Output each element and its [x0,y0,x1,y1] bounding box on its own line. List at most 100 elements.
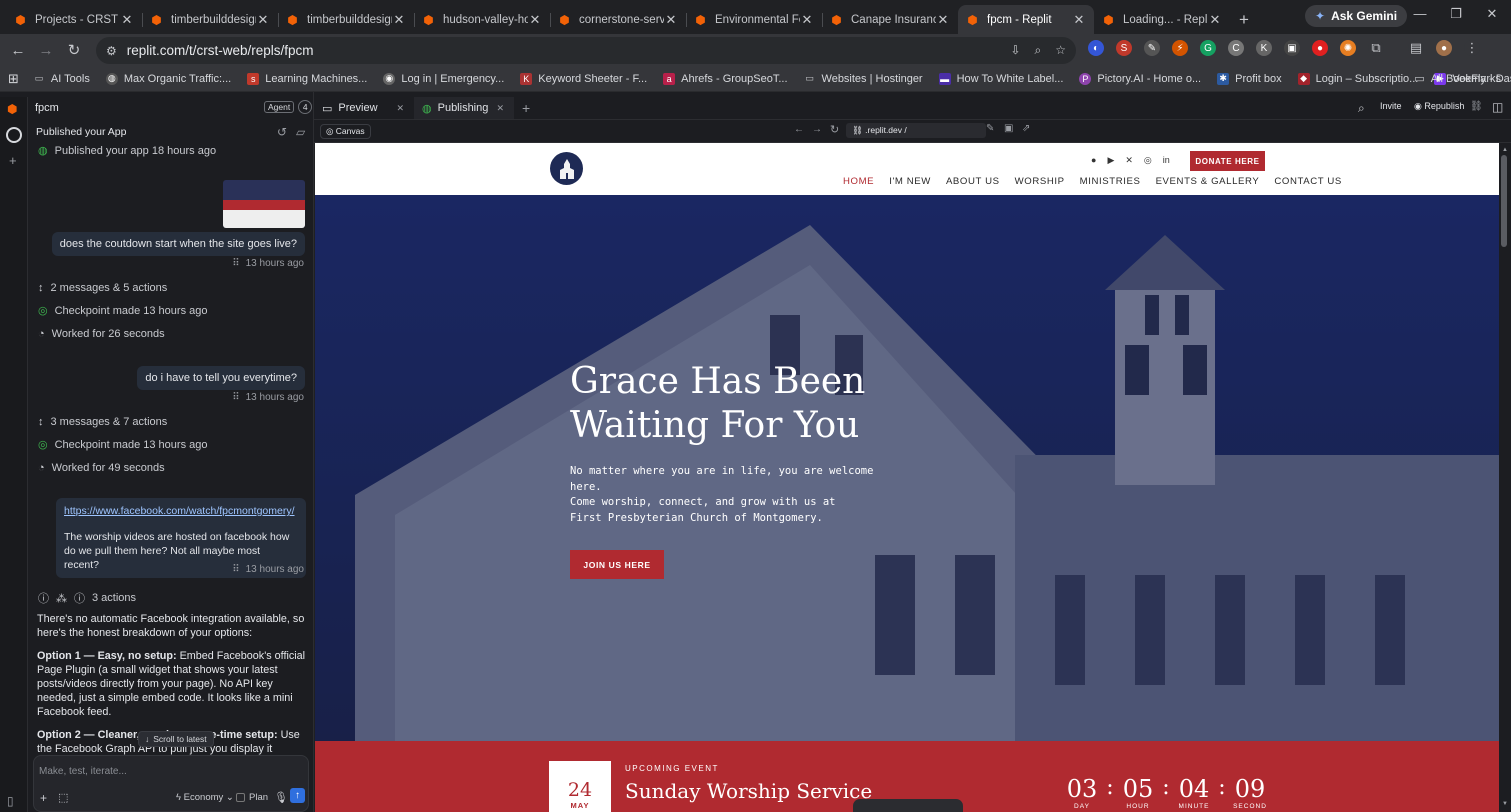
close-window-icon[interactable]: ✕ [1482,6,1502,22]
profile-avatar[interactable]: ● [1436,40,1452,56]
church-logo[interactable] [550,152,583,185]
extension-icon[interactable]: ⚡ [1172,40,1188,56]
side-panel-icon[interactable]: ▤ [1408,40,1424,56]
extension-icon[interactable]: ✺ [1340,40,1356,56]
agent-tool-icon[interactable] [6,127,22,143]
nav-im-new[interactable]: I'M NEW [889,176,931,187]
bookmark-item[interactable]: a Ahrefs - GroupSeoT... [663,72,788,85]
browser-tab[interactable]: ⬢ timberbuilddesign ✕ [142,5,278,34]
select-element-icon[interactable]: ⬚ [58,791,68,804]
search-icon[interactable]: ⌕ [1358,101,1365,116]
close-tab-icon[interactable]: ✕ [392,12,406,28]
nav-contact-us[interactable]: CONTACT US [1274,176,1341,187]
bookmark-item[interactable]: ◉ Log in | Emergency... [383,72,504,85]
close-tab-icon[interactable]: ✕ [800,12,814,28]
browser-tab[interactable]: ⬢ Canape Insurance ✕ [822,5,958,34]
close-tab-icon[interactable]: ✕ [664,12,678,28]
actions-summary-row[interactable]: ↕ 3 messages & 7 actions [38,416,167,428]
nav-ministries[interactable]: MINISTRIES [1080,176,1141,187]
linkedin-icon[interactable]: in [1163,155,1170,166]
republish-button[interactable]: ◉ Republish [1414,101,1464,112]
bookmark-item[interactable]: s Learning Machines... [247,72,367,85]
attached-screenshot-thumbnail[interactable] [223,180,305,228]
scroll-up-icon[interactable]: ▲ [1502,147,1508,153]
copy-icon[interactable]: ⠿ [232,564,239,575]
apps-grid-icon[interactable]: ⊞ [8,71,19,87]
devices-icon[interactable]: ▣ [1004,123,1013,134]
preview-reload-icon[interactable]: ↻ [830,123,839,136]
actions-summary-row[interactable]: ↕ 2 messages & 5 actions [38,282,167,294]
facebook-link[interactable]: https://www.facebook.com/watch/fpcmontgo… [64,504,298,518]
close-tab-icon[interactable]: ✕ [1208,12,1222,28]
browser-tab[interactable]: ⬢ Environmental For ✕ [686,5,822,34]
canvas-button[interactable]: ◎ Canvas [320,124,371,139]
bookmark-item[interactable]: K Keyword Sheeter - F... [520,72,647,85]
close-tab-icon[interactable]: ✕ [528,12,542,28]
bookmark-item[interactable]: P Pictory.AI - Home o... [1079,72,1201,85]
close-tab-icon[interactable]: ✕ [496,103,504,114]
youtube-icon[interactable]: ▶ [1107,155,1114,166]
bookmark-item[interactable]: ✱ Profit box [1217,72,1282,85]
toggle-sidebar-icon[interactable]: ▯ [7,794,14,808]
close-tab-icon[interactable]: ✕ [396,103,404,114]
bookmark-item[interactable]: ▬ How To White Label... [938,72,1063,85]
donate-button[interactable]: DONATE HERE [1190,151,1265,171]
forward-arrow-icon[interactable]: → [32,36,60,64]
history-icon[interactable]: ↺ [277,125,287,139]
preview-scrollbar[interactable]: ▲ ▼ [1499,143,1511,812]
agent-badge[interactable]: Agent 4 [264,100,313,114]
mode-select[interactable]: ϟ Economy ⌄ [176,792,234,803]
close-tab-icon[interactable]: ✕ [256,12,270,28]
microphone-icon[interactable]: 🎙 [274,791,288,804]
extension-icon[interactable]: C [1228,40,1244,56]
send-button[interactable]: ↑ [290,788,305,803]
nav-events-gallery[interactable]: EVENTS & GALLERY [1156,176,1260,187]
bookmark-item[interactable]: ◍ Max Organic Traffic:... [105,72,231,85]
browser-tab[interactable]: ⬢ timberbuilddesign ✕ [278,5,414,34]
browser-tab[interactable]: ⬢ Loading... - Replit ✕ [1094,5,1230,34]
address-bar[interactable]: ⚙ replit.com/t/crst-web/repls/fpcm ⇩ ⌕ ☆ [96,37,1076,64]
grammarly-icon[interactable]: G [1200,40,1216,56]
extensions-puzzle-icon[interactable]: ⧉ [1368,40,1384,56]
extension-icon[interactable]: ◐ [1088,40,1104,56]
add-tool-icon[interactable]: + [9,153,17,168]
bookmark-folder-ai-tools[interactable]: ▭ AI Tools [33,73,90,85]
scrollbar-thumb[interactable] [1501,155,1507,247]
join-us-button[interactable]: JOIN US HERE [570,550,664,579]
facebook-icon[interactable]: ● [1091,155,1096,166]
restore-window-icon[interactable]: ❐ [1446,6,1466,22]
nav-home[interactable]: HOME [843,176,874,187]
close-tab-icon[interactable]: ✕ [120,12,134,28]
close-tab-icon[interactable]: ✕ [1072,12,1086,28]
add-attachment-icon[interactable]: + [40,791,47,805]
replit-logo-icon[interactable]: ⬢ [7,102,17,116]
reload-icon[interactable]: ↻ [60,36,88,64]
browser-tab-active[interactable]: ⬢ fpcm - Replit ✕ [958,5,1094,34]
copy-icon[interactable]: ⠿ [232,258,239,269]
browser-tab[interactable]: ⬢ cornerstone-servi ✕ [550,5,686,34]
all-bookmarks[interactable]: ▭ All Bookmarks [1414,72,1501,86]
scroll-to-latest-button[interactable]: ↓ Scroll to latest [138,731,214,747]
x-twitter-icon[interactable]: ✕ [1125,155,1133,166]
instagram-icon[interactable]: ◎ [1144,155,1152,166]
add-tab-icon[interactable]: + [522,100,530,116]
actions-row[interactable]: ⓘ ⁂ ⓘ 3 actions [38,590,136,606]
back-arrow-icon[interactable]: ← [4,36,32,64]
floating-toolbar[interactable] [853,799,963,812]
preview-back-icon[interactable]: ← [794,124,804,135]
nav-worship[interactable]: WORSHIP [1015,176,1065,187]
open-new-window-icon[interactable]: ⇗ [1022,123,1030,134]
new-chat-icon[interactable]: ▱ [296,125,305,139]
tab-preview[interactable]: ▭ Preview ✕ [314,97,414,119]
copy-icon[interactable]: ⠿ [232,392,239,403]
install-app-icon[interactable]: ⇩ [1010,43,1020,58]
site-info-icon[interactable]: ⚙ [106,44,117,58]
bookmark-item[interactable]: ◆ Login – Subscriptio... [1297,72,1418,85]
bookmark-folder[interactable]: ▭ Websites | Hostinger [804,73,922,85]
bookmark-star-icon[interactable]: ☆ [1055,43,1066,58]
plan-checkbox[interactable] [236,793,245,802]
close-tab-icon[interactable]: ✕ [936,12,950,28]
preview-forward-icon[interactable]: → [812,124,822,135]
ask-gemini-button[interactable]: ✦ Ask Gemini [1305,5,1408,27]
menu-kebab-icon[interactable]: ⋮ [1464,40,1480,56]
